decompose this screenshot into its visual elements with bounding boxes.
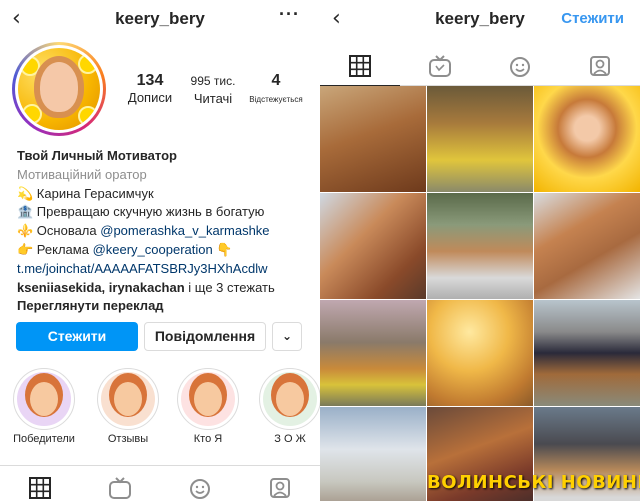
profile-bio: Твой Личный Мотиватор Мотиваційний орато… — [17, 147, 317, 316]
effects-icon[interactable] — [508, 54, 532, 78]
highlight-reviews[interactable]: Отзывы — [96, 368, 160, 445]
follow-button[interactable]: Стежити — [16, 322, 138, 351]
followed-by-names: kseniiasekida, irynakachan — [17, 279, 185, 295]
post-thumbnail[interactable] — [534, 86, 640, 192]
stat-followers[interactable]: 995 тис. Читачі — [180, 72, 246, 106]
post-thumbnail[interactable] — [320, 86, 426, 192]
bio-line-1: 💫 Карина Герасимчук — [17, 185, 154, 201]
highlight-healthy-life[interactable]: З О Ж — [258, 368, 320, 445]
stat-followers-count: 995 тис. — [190, 74, 236, 88]
followed-by[interactable]: kseniiasekida, irynakachan і ще 3 стежат… — [17, 279, 317, 298]
stat-following-label: Відстежується — [249, 95, 303, 104]
bio-line-2: 🏦 Превращаю скучную жизнь в богатую — [17, 204, 265, 220]
followed-by-suffix: і ще 3 стежать — [184, 279, 275, 295]
avatar[interactable] — [12, 42, 106, 136]
tagged-icon[interactable] — [268, 476, 292, 500]
bio-line-3: ⚜️ Основала @pomerashka_v_karmashke — [17, 222, 317, 241]
stat-posts-label: Дописи — [127, 90, 173, 105]
feed-panel: ‹ keery_bery Стежити ВОЛИНСЬКІ НОВИНИ — [320, 0, 640, 501]
bio-line-4-emoji: 👇 — [212, 241, 233, 257]
post-thumbnail[interactable] — [320, 407, 426, 501]
grid-watermark-text: ВОЛИНСЬКІ НОВИНИ — [427, 472, 640, 493]
igtv-icon[interactable] — [428, 54, 452, 78]
bio-name: Твой Личный Мотиватор — [17, 148, 177, 163]
tagged-icon[interactable] — [588, 54, 612, 78]
bio-line-4-text: 👉 Реклама — [17, 241, 93, 257]
profile-username: keery_bery — [115, 9, 205, 28]
post-thumbnail[interactable] — [427, 193, 533, 299]
stat-posts-count: 134 — [136, 72, 164, 89]
message-button[interactable]: Повідомлення — [144, 322, 266, 351]
stat-posts[interactable]: 134 Дописи — [118, 72, 182, 105]
stat-following-count: 4 — [271, 72, 281, 89]
chevron-down-icon[interactable]: ⌄ — [272, 322, 302, 351]
grid-icon[interactable] — [28, 476, 52, 500]
bio-mention-link[interactable]: @pomerashka_v_karmashke — [100, 223, 269, 238]
bio-line-3-text: ⚜️ Основала — [17, 223, 101, 239]
highlight-label: Победители — [13, 433, 75, 445]
header-follow-link[interactable]: Стежити — [561, 10, 624, 27]
post-thumbnail[interactable] — [427, 86, 533, 192]
more-dots-icon[interactable]: ··· — [279, 4, 300, 25]
igtv-icon[interactable] — [108, 476, 132, 500]
stat-followers-label: Читачі — [193, 91, 233, 106]
grid-icon[interactable] — [348, 54, 372, 78]
post-thumbnail[interactable] — [320, 193, 426, 299]
posts-grid — [320, 86, 640, 501]
post-thumbnail[interactable] — [534, 300, 640, 406]
post-thumbnail[interactable] — [320, 300, 426, 406]
bio-line-4: 👉 Реклама @keery_cooperation 👇 — [17, 241, 317, 260]
profile-tabbar — [0, 465, 320, 501]
profile-topbar: ‹ keery_bery ··· — [0, 0, 320, 38]
post-thumbnail[interactable] — [427, 300, 533, 406]
effects-icon[interactable] — [188, 476, 212, 500]
highlight-label: З О Ж — [274, 433, 306, 445]
highlight-who-am-i[interactable]: Кто Я — [176, 368, 240, 445]
see-translation-link[interactable]: Переглянути переклад — [17, 297, 317, 316]
bio-category: Мотиваційний оратор — [17, 166, 147, 182]
feed-tabbar — [320, 44, 640, 86]
profile-panel: ‹ keery_bery ··· 134 Дописи 995 тис. Чит… — [0, 0, 320, 501]
stat-following[interactable]: 4 Відстежується — [244, 72, 308, 104]
highlight-label: Кто Я — [193, 433, 223, 445]
bio-url-link[interactable]: t.me/joinchat/AAAAAFATSBRJy3HXhAcdlw — [17, 260, 317, 279]
profile-stats: 134 Дописи 995 тис. Читачі 4 Відстежуєть… — [118, 72, 318, 112]
bio-ad-mention-link[interactable]: @keery_cooperation — [93, 242, 213, 257]
highlight-winners[interactable]: Победители — [12, 368, 76, 445]
highlight-label: Отзывы — [107, 433, 149, 445]
post-thumbnail[interactable] — [534, 193, 640, 299]
